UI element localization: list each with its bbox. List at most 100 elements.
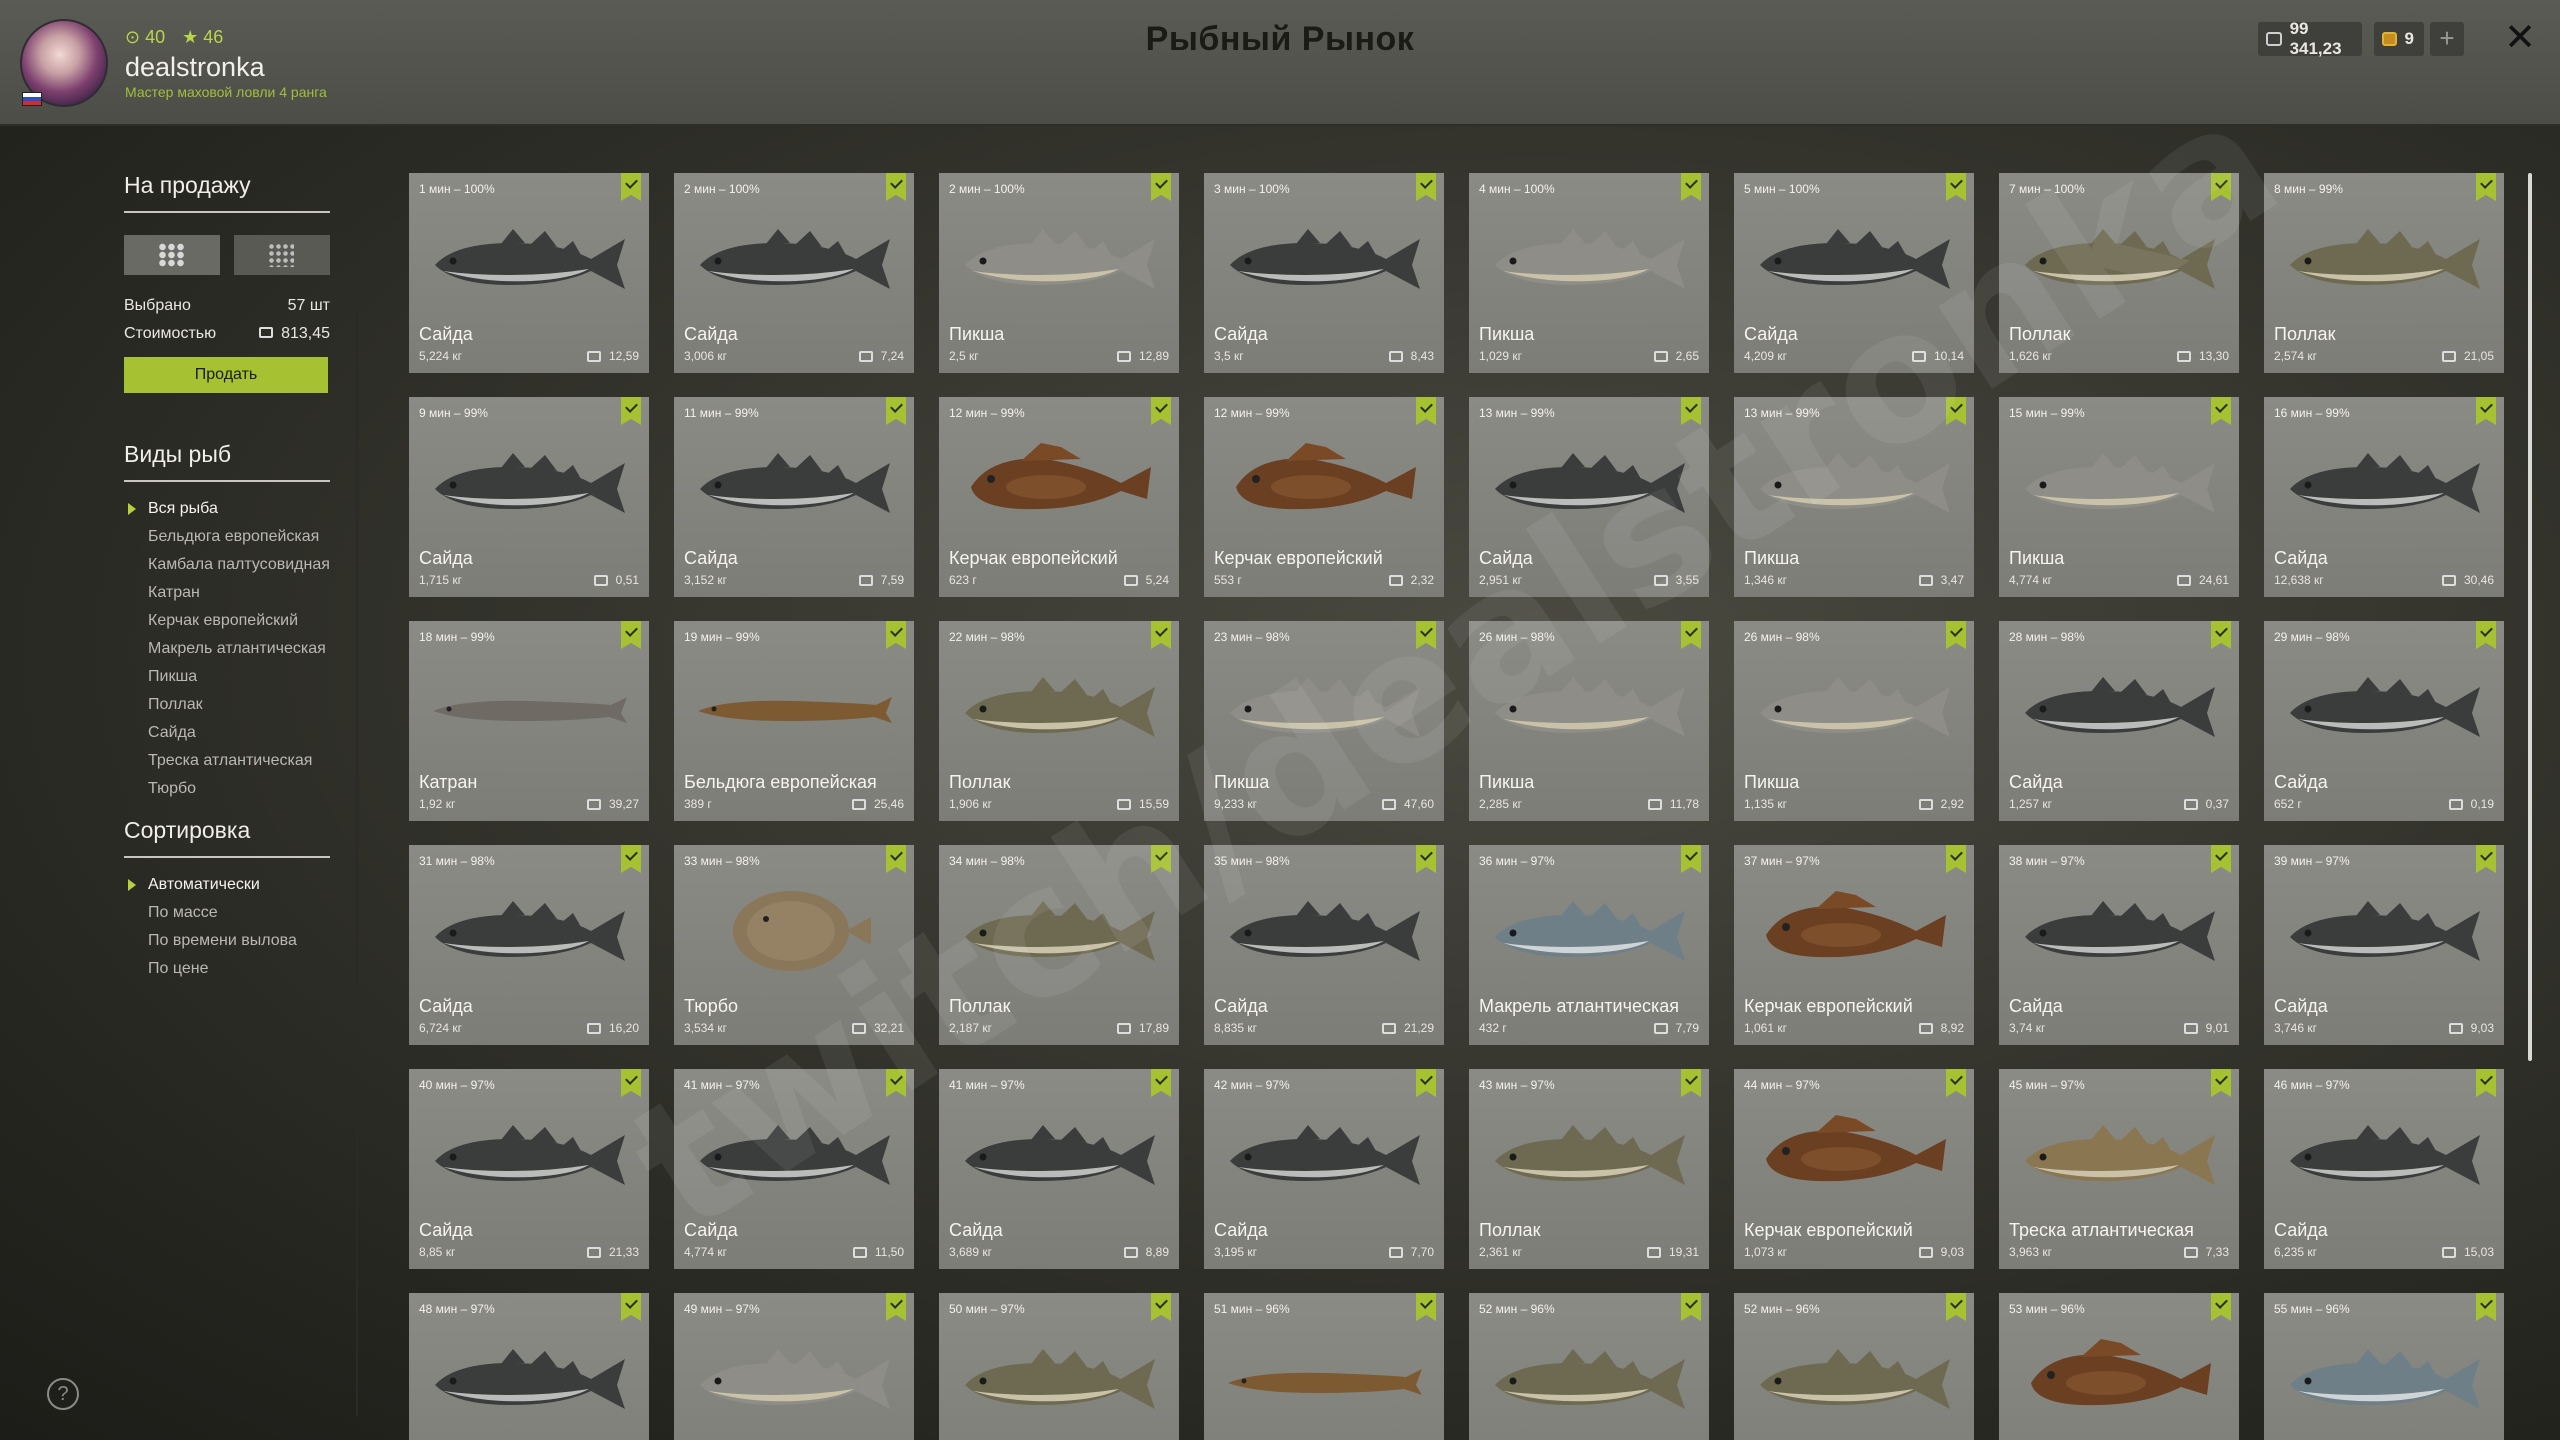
selected-checkmark-icon[interactable] xyxy=(886,621,906,649)
fish-card[interactable]: 42 мин – 97% Сайда 3,195 кг 7,70 xyxy=(1204,1069,1444,1269)
sort-option-2[interactable]: По времени вылова xyxy=(124,932,330,949)
selected-checkmark-icon[interactable] xyxy=(1151,845,1171,873)
species-filter-item-10[interactable]: Тюрбо xyxy=(124,780,330,797)
fish-card[interactable]: 37 мин – 97% Керчак европейский 1,061 кг 8… xyxy=(1734,845,1974,1045)
help-button[interactable]: ? xyxy=(47,1378,79,1410)
fish-card[interactable]: 12 мин – 99% Керчак европейский 553 г 2,32 xyxy=(1204,397,1444,597)
species-filter-item-1[interactable]: Бельдюга европейская xyxy=(124,528,330,545)
selected-checkmark-icon[interactable] xyxy=(1416,397,1436,425)
fish-card[interactable]: 15 мин – 99% Пикша 4,774 кг 24,61 xyxy=(1999,397,2239,597)
selected-checkmark-icon[interactable] xyxy=(2476,173,2496,201)
selected-checkmark-icon[interactable] xyxy=(621,1293,641,1321)
selected-checkmark-icon[interactable] xyxy=(621,1069,641,1097)
selected-checkmark-icon[interactable] xyxy=(1946,845,1966,873)
species-filter-item-5[interactable]: Макрель атлантическая xyxy=(124,640,330,657)
selected-checkmark-icon[interactable] xyxy=(1681,845,1701,873)
selected-checkmark-icon[interactable] xyxy=(886,845,906,873)
selected-checkmark-icon[interactable] xyxy=(2211,621,2231,649)
species-filter-item-3[interactable]: Катран xyxy=(124,584,330,601)
fish-card[interactable]: 52 мин – 96% xyxy=(1734,1293,1974,1440)
sell-button[interactable]: Продать xyxy=(124,357,328,393)
selected-checkmark-icon[interactable] xyxy=(2211,1069,2231,1097)
fish-card[interactable]: 19 мин – 99% Бельдюга европейская 389 г 25… xyxy=(674,621,914,821)
close-button[interactable]: ✕ xyxy=(2500,18,2540,58)
selected-checkmark-icon[interactable] xyxy=(1151,397,1171,425)
sort-option-1[interactable]: По массе xyxy=(124,904,330,921)
fish-card[interactable]: 3 мин – 100% Сайда 3,5 кг 8,43 xyxy=(1204,173,1444,373)
selected-checkmark-icon[interactable] xyxy=(2476,621,2496,649)
selected-checkmark-icon[interactable] xyxy=(2211,1293,2231,1321)
fish-card[interactable]: 50 мин – 97% xyxy=(939,1293,1179,1440)
species-filter-item-8[interactable]: Сайда xyxy=(124,724,330,741)
selected-checkmark-icon[interactable] xyxy=(886,1293,906,1321)
sort-option-3[interactable]: По цене xyxy=(124,960,330,977)
selected-checkmark-icon[interactable] xyxy=(1946,173,1966,201)
selected-checkmark-icon[interactable] xyxy=(621,621,641,649)
fish-card[interactable]: 9 мин – 99% Сайда 1,715 кг 0,51 xyxy=(409,397,649,597)
fish-card[interactable]: 35 мин – 98% Сайда 8,835 кг 21,29 xyxy=(1204,845,1444,1045)
selected-checkmark-icon[interactable] xyxy=(2476,845,2496,873)
fish-card[interactable]: 45 мин – 97% Треска атлантическая 3,963 к… xyxy=(1999,1069,2239,1269)
selected-checkmark-icon[interactable] xyxy=(1151,1069,1171,1097)
scrollbar[interactable] xyxy=(2528,173,2532,1061)
fish-card[interactable]: 34 мин – 98% Поллак 2,187 кг 17,89 xyxy=(939,845,1179,1045)
selected-checkmark-icon[interactable] xyxy=(1416,845,1436,873)
fish-card[interactable]: 52 мин – 96% xyxy=(1469,1293,1709,1440)
selected-checkmark-icon[interactable] xyxy=(621,173,641,201)
fish-card[interactable]: 4 мин – 100% Пикша 1,029 кг 2,65 xyxy=(1469,173,1709,373)
large-grid-view-button[interactable] xyxy=(124,235,220,275)
fish-card[interactable]: 7 мин – 100% Поллак 1,626 кг 13,30 xyxy=(1999,173,2239,373)
species-filter-item-7[interactable]: Поллак xyxy=(124,696,330,713)
fish-card[interactable]: 26 мин – 98% Пикша 1,135 кг 2,92 xyxy=(1734,621,1974,821)
fish-card[interactable]: 43 мин – 97% Поллак 2,361 кг 19,31 xyxy=(1469,1069,1709,1269)
fish-card[interactable]: 13 мин – 99% Сайда 2,951 кг 3,55 xyxy=(1469,397,1709,597)
species-filter-item-6[interactable]: Пикша xyxy=(124,668,330,685)
fish-card[interactable]: 28 мин – 98% Сайда 1,257 кг 0,37 xyxy=(1999,621,2239,821)
fish-card[interactable]: 18 мин – 99% Катран 1,92 кг 39,27 xyxy=(409,621,649,821)
fish-card[interactable]: 40 мин – 97% Сайда 8,85 кг 21,33 xyxy=(409,1069,649,1269)
fish-card[interactable]: 26 мин – 98% Пикша 2,285 кг 11,78 xyxy=(1469,621,1709,821)
selected-checkmark-icon[interactable] xyxy=(1946,621,1966,649)
fish-card[interactable]: 51 мин – 96% xyxy=(1204,1293,1444,1440)
species-filter-item-9[interactable]: Треска атлантическая xyxy=(124,752,330,769)
fish-card[interactable]: 5 мин – 100% Сайда 4,209 кг 10,14 xyxy=(1734,173,1974,373)
selected-checkmark-icon[interactable] xyxy=(1151,1293,1171,1321)
selected-checkmark-icon[interactable] xyxy=(2211,845,2231,873)
fish-card[interactable]: 44 мин – 97% Керчак европейский 1,073 кг 9… xyxy=(1734,1069,1974,1269)
selected-checkmark-icon[interactable] xyxy=(886,397,906,425)
selected-checkmark-icon[interactable] xyxy=(2211,173,2231,201)
selected-checkmark-icon[interactable] xyxy=(1416,1293,1436,1321)
fish-card[interactable]: 8 мин – 99% Поллак 2,574 кг 21,05 xyxy=(2264,173,2504,373)
fish-card[interactable]: 33 мин – 98% Тюрбо 3,534 кг 32,21 xyxy=(674,845,914,1045)
selected-checkmark-icon[interactable] xyxy=(1151,621,1171,649)
selected-checkmark-icon[interactable] xyxy=(2211,397,2231,425)
add-currency-button[interactable]: + xyxy=(2430,22,2464,56)
fish-card[interactable]: 31 мин – 98% Сайда 6,724 кг 16,20 xyxy=(409,845,649,1045)
selected-checkmark-icon[interactable] xyxy=(1416,1069,1436,1097)
selected-checkmark-icon[interactable] xyxy=(1946,1069,1966,1097)
fish-card[interactable]: 23 мин – 98% Пикша 9,233 кг 47,60 xyxy=(1204,621,1444,821)
fish-card[interactable]: 13 мин – 99% Пикша 1,346 кг 3,47 xyxy=(1734,397,1974,597)
selected-checkmark-icon[interactable] xyxy=(886,173,906,201)
fish-card[interactable]: 46 мин – 97% Сайда 6,235 кг 15,03 xyxy=(2264,1069,2504,1269)
selected-checkmark-icon[interactable] xyxy=(2476,1069,2496,1097)
species-filter-item-2[interactable]: Камбала палтусовидная xyxy=(124,556,330,573)
selected-checkmark-icon[interactable] xyxy=(1681,1293,1701,1321)
selected-checkmark-icon[interactable] xyxy=(1681,173,1701,201)
fish-card[interactable]: 2 мин – 100% Сайда 3,006 кг 7,24 xyxy=(674,173,914,373)
sort-option-0[interactable]: Автоматически xyxy=(124,876,330,893)
fish-card[interactable]: 41 мин – 97% Сайда 4,774 кг 11,50 xyxy=(674,1069,914,1269)
fish-card[interactable]: 36 мин – 97% Макрель атлантическая 432 г 7… xyxy=(1469,845,1709,1045)
fish-card[interactable]: 49 мин – 97% xyxy=(674,1293,914,1440)
selected-checkmark-icon[interactable] xyxy=(1681,621,1701,649)
selected-checkmark-icon[interactable] xyxy=(886,1069,906,1097)
selected-checkmark-icon[interactable] xyxy=(2476,1293,2496,1321)
selected-checkmark-icon[interactable] xyxy=(1681,1069,1701,1097)
selected-checkmark-icon[interactable] xyxy=(621,397,641,425)
selected-checkmark-icon[interactable] xyxy=(621,845,641,873)
fish-card[interactable]: 11 мин – 99% Сайда 3,152 кг 7,59 xyxy=(674,397,914,597)
fish-card[interactable]: 48 мин – 97% xyxy=(409,1293,649,1440)
selected-checkmark-icon[interactable] xyxy=(1681,397,1701,425)
selected-checkmark-icon[interactable] xyxy=(1416,173,1436,201)
fish-card[interactable]: 16 мин – 99% Сайда 12,638 кг 30,46 xyxy=(2264,397,2504,597)
